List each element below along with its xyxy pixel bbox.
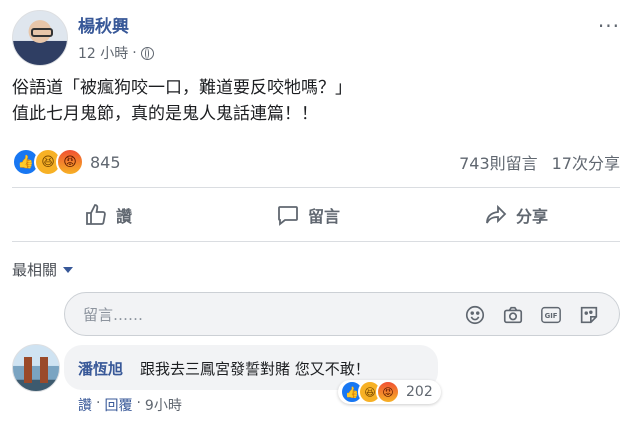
separator: · bbox=[96, 395, 101, 411]
like-label: 讚 bbox=[115, 207, 132, 226]
comment-reaction-count: 202 bbox=[406, 384, 433, 400]
svg-text:GIF: GIF bbox=[545, 312, 558, 320]
reaction-count[interactable]: 845 bbox=[90, 153, 121, 172]
divider bbox=[12, 241, 620, 242]
separator: · bbox=[136, 395, 141, 411]
comments-count[interactable]: 743則留言 bbox=[459, 150, 538, 174]
post-meta: 12 小時 · bbox=[78, 43, 154, 63]
comment-time[interactable]: 9小時 bbox=[145, 395, 182, 415]
post-body: 俗語道「被瘋狗咬一口，難道要反咬牠嗎？」 值此七月鬼節，真的是鬼人鬼話連篇！！ bbox=[12, 75, 352, 127]
sticker-icon[interactable] bbox=[577, 303, 601, 327]
author-name[interactable]: 楊秋興 bbox=[78, 12, 129, 37]
share-button[interactable]: 分享 bbox=[484, 203, 548, 227]
post-time[interactable]: 12 小時 bbox=[78, 43, 128, 63]
comment-like-link[interactable]: 讚 bbox=[78, 395, 92, 415]
share-label: 分享 bbox=[515, 207, 548, 226]
camera-icon[interactable] bbox=[501, 303, 525, 327]
like-button[interactable]: 讚 bbox=[84, 203, 132, 227]
meta-separator: · bbox=[132, 45, 137, 61]
pagoda-shape bbox=[24, 357, 32, 383]
angry-reaction-icon: 😡 bbox=[376, 380, 400, 404]
comment-reactions[interactable]: 👍 😆 😡 202 bbox=[338, 380, 441, 404]
emoji-icon[interactable] bbox=[463, 303, 487, 327]
post-stats: 743則留言 17次分享 bbox=[459, 150, 620, 174]
author-avatar[interactable] bbox=[12, 10, 68, 66]
comment-reply-link[interactable]: 回覆 bbox=[104, 395, 132, 415]
comment-input[interactable] bbox=[81, 303, 465, 327]
divider bbox=[12, 187, 620, 188]
commenter-avatar[interactable] bbox=[12, 344, 60, 392]
comment-sort-dropdown[interactable]: 最相關 bbox=[12, 259, 74, 280]
globe-icon[interactable] bbox=[140, 46, 154, 60]
commenter-name[interactable]: 潘恆旭 bbox=[78, 358, 123, 379]
reaction-summary[interactable]: 👍 😆 😡 845 bbox=[12, 148, 121, 176]
gif-icon[interactable]: GIF bbox=[539, 303, 563, 327]
pagoda-shape bbox=[40, 357, 48, 383]
post-line-1: 俗語道「被瘋狗咬一口，難道要反咬牠嗎？」 bbox=[12, 78, 352, 98]
comment-actions: 讚 · 回覆 · 9小時 bbox=[78, 395, 182, 415]
angry-reaction-icon: 😡 bbox=[56, 148, 84, 176]
chevron-down-icon bbox=[63, 266, 74, 273]
comment-composer: GIF bbox=[64, 292, 620, 336]
sort-label: 最相關 bbox=[12, 261, 58, 279]
more-options-icon[interactable]: ··· bbox=[598, 14, 620, 38]
post-actions: 讚 留言 分享 bbox=[12, 197, 620, 233]
shares-count[interactable]: 17次分享 bbox=[552, 150, 620, 174]
like-icon bbox=[86, 204, 106, 225]
comment-icon bbox=[278, 206, 298, 226]
comment-label: 留言 bbox=[307, 207, 340, 226]
comment-button[interactable]: 留言 bbox=[276, 203, 340, 227]
comment-text: 跟我去三鳳宮發誓對賭 您又不敢！ bbox=[140, 360, 370, 378]
post-line-2: 值此七月鬼節，真的是鬼人鬼話連篇！！ bbox=[12, 104, 318, 124]
share-icon bbox=[486, 204, 507, 224]
